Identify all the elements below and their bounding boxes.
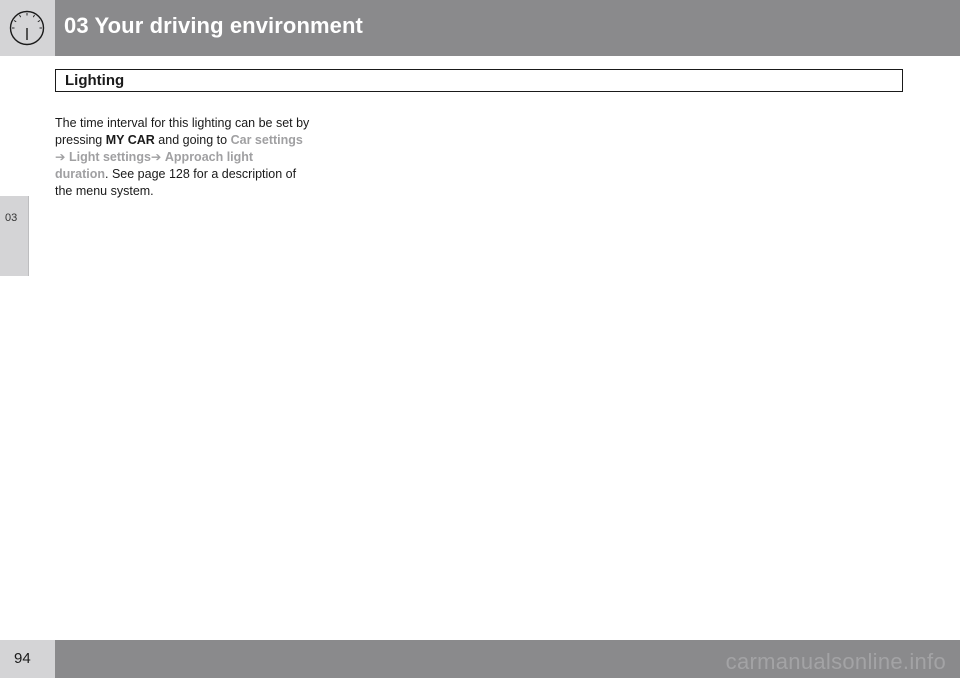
chapter-side-tab: 03 [0,196,29,276]
body-line-1: The time interval for this lighting can … [55,115,330,132]
menu-item-approach-light: Approach light [164,150,254,164]
page-number-box: 94 [0,640,55,678]
arrow-right-icon: ➔ [55,150,66,164]
body-text-1: The time interval for this lighting can … [55,116,310,130]
side-tab-label: 03 [5,212,18,224]
body-line-5: the menu system. [55,183,330,200]
body-paragraph: The time interval for this lighting can … [55,115,330,200]
chapter-icon-box [0,0,55,56]
arrow-right-icon: ➔ [150,150,162,164]
section-title: Lighting [65,72,125,89]
body-text-2: pressing [55,133,106,147]
chapter-title: 03 Your driving environment [64,13,363,38]
page-number: 94 [14,650,31,667]
body-line-4: duration. See page 128 for a description… [55,166,330,183]
footer-bar: carmanualsonline.info [55,640,960,678]
section-heading-box: Lighting [55,69,903,92]
body-text-4: . See page 128 for a description of [105,167,297,181]
watermark-text: carmanualsonline.info [725,649,946,674]
menu-item-car-settings: Car settings [230,133,303,147]
body-line-3: ➔ Light settings➔ Approach light [55,149,330,166]
button-name-my-car: MY CAR [105,133,155,147]
body-text-3: and going to [154,133,231,147]
menu-item-light-settings: Light settings [68,150,151,164]
body-line-2: pressing MY CAR and going to Car setting… [55,132,330,149]
body-text-5: the menu system. [55,184,154,198]
menu-item-duration: duration [55,167,105,181]
speedometer-icon [9,10,45,46]
